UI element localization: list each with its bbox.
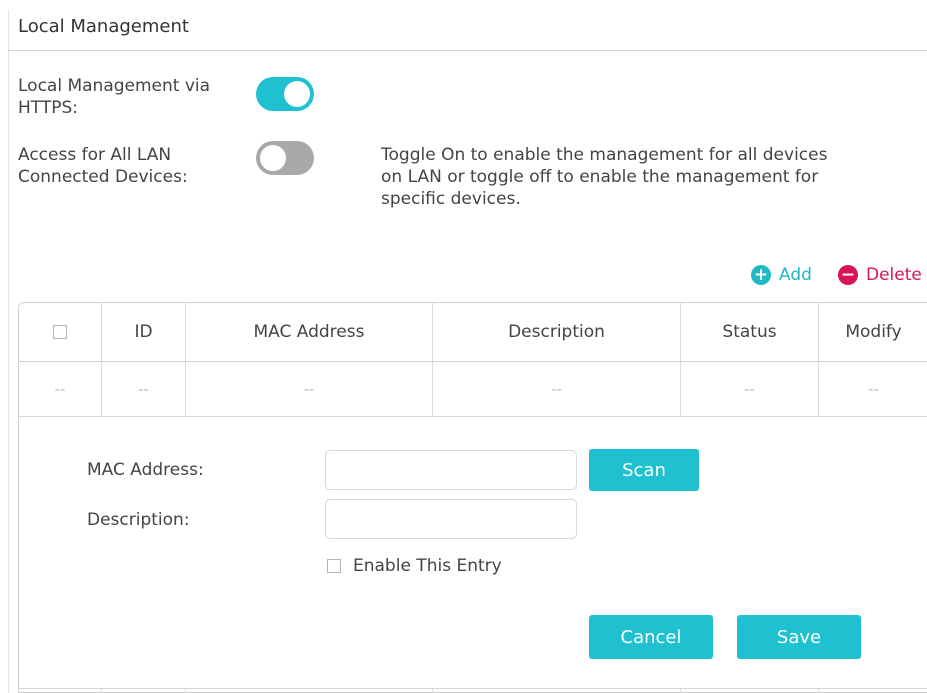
- next-row-cell: [433, 689, 681, 692]
- delete-label: Delete: [866, 265, 922, 285]
- table-row: -- -- -- -- -- --: [19, 361, 927, 417]
- edit-entry-panel: MAC Address: Scan Description: Enable Th…: [19, 417, 927, 688]
- toggle-knob: [284, 81, 310, 107]
- next-row-cell: [681, 689, 819, 692]
- header-modify: Modify: [845, 322, 902, 342]
- next-row-cell: [186, 689, 433, 692]
- header-select-cell: [19, 303, 102, 361]
- https-label-line1: Local Management via: [18, 76, 211, 96]
- mac-address-label: MAC Address:: [87, 460, 204, 480]
- https-label: Local Management via HTTPS:: [18, 75, 210, 119]
- add-button[interactable]: + Add: [751, 265, 812, 285]
- enable-entry-label: Enable This Entry: [353, 556, 502, 576]
- device-table: ID MAC Address Description Status Modify…: [18, 302, 927, 693]
- next-row-cell: [19, 689, 102, 692]
- title-divider: [8, 50, 927, 51]
- scan-button[interactable]: Scan: [589, 449, 699, 491]
- description-input[interactable]: [325, 499, 577, 539]
- row-modify-cell: --: [868, 380, 879, 398]
- row-select-cell: --: [19, 362, 102, 416]
- header-id: ID: [102, 303, 186, 361]
- table-header-row: ID MAC Address Description Status Modify: [19, 303, 927, 361]
- hint-line2: on LAN or toggle off to enable the manag…: [381, 167, 819, 187]
- next-row-cell: [819, 689, 927, 692]
- https-label-line2: HTTPS:: [18, 98, 79, 118]
- enable-entry-checkbox[interactable]: [327, 559, 341, 573]
- row-id-cell: --: [102, 362, 186, 416]
- panel-left-border: [8, 10, 9, 693]
- table-row-next: [19, 688, 927, 692]
- hint-line1: Toggle On to enable the management for a…: [381, 145, 828, 165]
- plus-circle-icon: +: [751, 265, 771, 285]
- add-label: Add: [779, 265, 812, 285]
- description-label: Description:: [87, 510, 190, 530]
- row-status-cell: --: [681, 362, 819, 416]
- all-lan-label-line2: Connected Devices:: [18, 167, 188, 187]
- all-lan-label: Access for All LAN Connected Devices:: [18, 144, 188, 188]
- https-toggle[interactable]: [256, 77, 314, 111]
- all-lan-hint: Toggle On to enable the management for a…: [381, 144, 881, 210]
- all-lan-label-line1: Access for All LAN: [18, 145, 172, 165]
- mac-address-input[interactable]: [325, 450, 577, 490]
- row-mac-cell: --: [186, 362, 433, 416]
- cancel-button[interactable]: Cancel: [589, 615, 713, 659]
- select-all-checkbox[interactable]: [53, 325, 67, 339]
- header-mac-address: MAC Address: [186, 303, 433, 361]
- delete-button[interactable]: − Delete: [838, 265, 922, 285]
- minus-circle-icon: −: [838, 265, 858, 285]
- row-description-cell: --: [433, 362, 681, 416]
- section-title: Local Management: [18, 16, 189, 37]
- enable-entry-option[interactable]: Enable This Entry: [327, 556, 502, 576]
- hint-line3: specific devices.: [381, 189, 521, 209]
- next-row-cell: [102, 689, 186, 692]
- header-status: Status: [681, 303, 819, 361]
- toggle-knob: [260, 145, 286, 171]
- save-button[interactable]: Save: [737, 615, 861, 659]
- all-lan-toggle[interactable]: [256, 141, 314, 175]
- header-description: Description: [433, 303, 681, 361]
